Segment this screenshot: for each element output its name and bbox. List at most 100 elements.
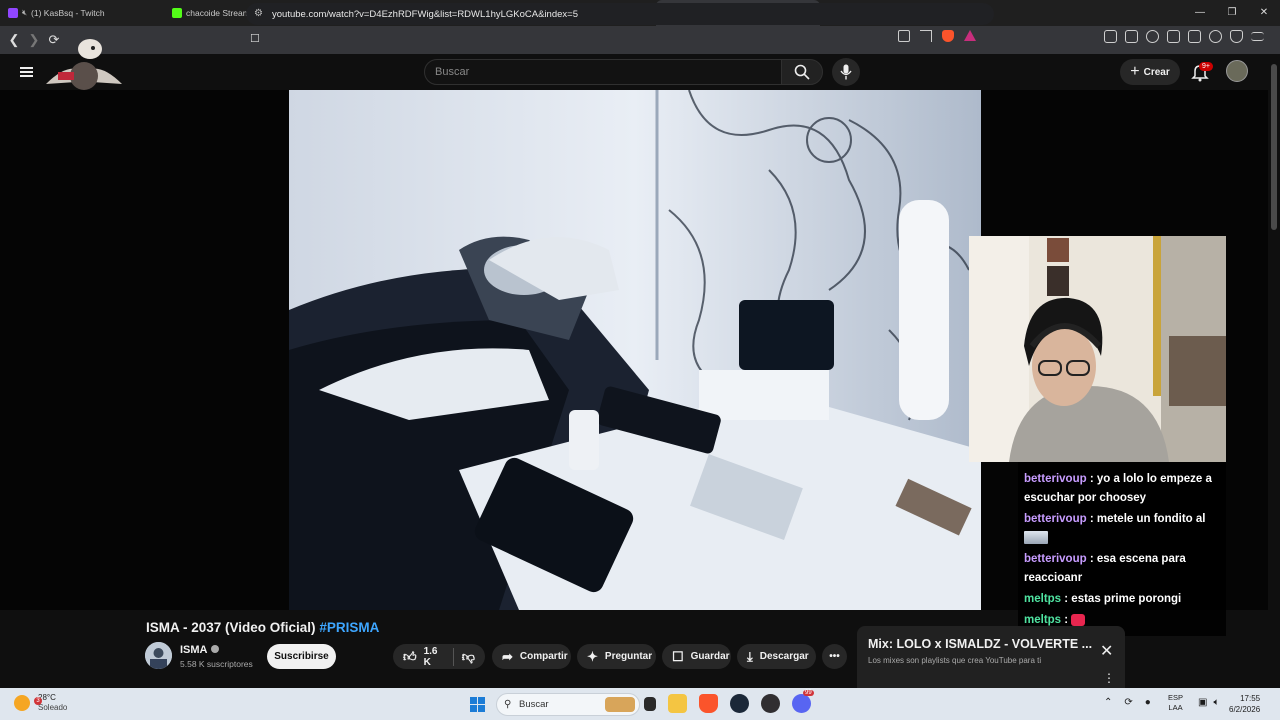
chat-username[interactable]: meltps (1024, 593, 1061, 605)
back-icon[interactable]: ❮ (4, 32, 24, 48)
ask-label: Preguntar (604, 651, 653, 662)
minimize-icon[interactable]: — (1184, 0, 1216, 26)
chat-message: betterivoup : yo a lolo lo empeze a escu… (1024, 470, 1220, 508)
voice-search-button[interactable] (832, 58, 860, 86)
chat-message: meltps : estas prime porongi (1024, 590, 1220, 609)
chat-text: : estas prime porongi (1064, 593, 1182, 605)
ask-button[interactable]: ✦ Preguntar (577, 644, 656, 669)
search-highlight-image (605, 697, 635, 712)
volume-icon[interactable]: 🔈︎ (1213, 697, 1219, 708)
more-actions-button[interactable]: ••• (822, 644, 847, 669)
steam-icon[interactable] (730, 694, 749, 713)
heart-emote (1071, 613, 1086, 626)
brave-browser-icon[interactable] (699, 694, 718, 713)
clock-date: 6/2/2026 (1229, 705, 1261, 714)
input-language[interactable]: ESP LAA (1168, 693, 1183, 713)
brave-shield-icon[interactable] (942, 30, 954, 42)
show-hidden-icons[interactable]: ⌃ (1104, 697, 1112, 708)
chat-username[interactable]: betterivoup (1024, 513, 1087, 525)
custom-logo-mascot[interactable] (36, 36, 132, 92)
chat-message: betterivoup : metele un fondito al (1024, 510, 1220, 548)
verified-icon (210, 645, 219, 653)
window-controls: — ❐ ✕ (1184, 0, 1280, 26)
share-icon[interactable] (920, 30, 932, 42)
account-avatar[interactable] (1226, 60, 1248, 82)
muted-speaker-icon[interactable]: 🔇︎ (22, 8, 27, 18)
discord-badge: 99 (803, 690, 814, 696)
channel-avatar[interactable] (145, 642, 172, 669)
dislike-icon[interactable]: 👎︎ (462, 649, 475, 665)
taskbar-clock[interactable]: 17:55 6/2/2026 (1229, 693, 1260, 715)
download-icon: ⤓ (747, 648, 753, 664)
subscribe-button[interactable]: Suscribirse (267, 644, 336, 669)
weather-badge: 3 (34, 697, 42, 705)
search-icon: ⚲ (504, 699, 512, 710)
brave-rewards-icon[interactable] (964, 30, 976, 41)
mix-playlist-panel[interactable]: Mix: LOLO x ISMALDZ - VOLVERTE ... Los m… (857, 626, 1125, 688)
file-explorer-icon[interactable] (668, 694, 687, 713)
twitch-icon (8, 8, 18, 18)
wallet-icon[interactable] (1188, 30, 1201, 43)
like-icon[interactable]: 👍︎ (403, 649, 417, 665)
restore-icon[interactable]: ❐ (1216, 0, 1248, 26)
monitor-icon[interactable]: ▣ (1198, 697, 1207, 708)
save-button[interactable]: ☐ Guardar (662, 644, 731, 669)
youtube-header: Buscar + Crear (0, 39, 1268, 90)
omnibox-actions (898, 30, 976, 42)
sync-icon[interactable]: ⟳ (1124, 697, 1132, 708)
chat-message: betterivoup : esa escena para reaccioanr (1024, 550, 1220, 588)
share-button[interactable]: ➦ Compartir (492, 644, 571, 669)
close-icon[interactable]: ✕ (1100, 641, 1113, 661)
chat-text: : metele un fondito al (1089, 513, 1206, 525)
system-tray: ⌃ ⟳ ● (1104, 697, 1151, 708)
create-button[interactable]: + Crear (1120, 59, 1180, 85)
weather-widget[interactable]: 3 28°C Soleado (14, 693, 67, 713)
video-frame (289, 90, 981, 610)
save-bookmark-icon: ☐ (672, 648, 684, 664)
taskbar-search-label: Buscar (519, 699, 549, 710)
close-window-icon[interactable]: ✕ (1248, 0, 1280, 26)
browser-tab[interactable]: 🔇︎ (1) KasBsq - Twitch (0, 0, 164, 26)
search-input[interactable]: Buscar (424, 59, 782, 85)
like-count[interactable]: 1.6 K (424, 646, 445, 668)
mic-tray-icon[interactable]: ● (1145, 697, 1151, 708)
notification-count-badge: 9+ (1199, 62, 1213, 71)
taskbar-search[interactable]: ⚲ Buscar (496, 693, 640, 716)
more-dots-icon: ••• (829, 651, 840, 662)
chat-username[interactable]: meltps (1024, 614, 1061, 626)
mix-title[interactable]: Mix: LOLO x ISMALDZ - VOLVERTE ... (868, 637, 1092, 651)
channel-name[interactable]: ISMA (180, 644, 219, 656)
search-button[interactable] (781, 59, 823, 85)
chat-username[interactable]: betterivoup (1024, 473, 1087, 485)
vpn-icon[interactable] (1230, 30, 1243, 43)
scrollbar-thumb[interactable] (1271, 64, 1277, 230)
kick-icon (172, 8, 182, 18)
menu-icon[interactable] (1251, 32, 1264, 41)
language-code: ESP (1168, 693, 1184, 702)
sidebar-icon[interactable] (1167, 30, 1180, 43)
address-bar[interactable]: ⚙ youtube.com/watch?v=D4EzhRDFWig&list=R… (246, 3, 994, 25)
chat-text: : (1064, 614, 1069, 626)
discord-icon[interactable]: 99 (792, 690, 814, 713)
sparkle-icon: ✦ (587, 648, 598, 664)
download-button[interactable]: ⤓ Descargar (737, 644, 816, 669)
menu-hamburger-icon[interactable] (20, 67, 33, 77)
bookmark-icon[interactable]: ☐ (250, 32, 260, 45)
hashtag-link[interactable]: #PRISMA (319, 620, 379, 635)
obs-icon[interactable] (761, 694, 780, 713)
cast-icon[interactable] (898, 30, 910, 42)
channel-name-text[interactable]: ISMA (180, 644, 208, 656)
chat-username[interactable]: betterivoup (1024, 553, 1087, 565)
like-divider (452, 647, 454, 666)
media-icon[interactable] (1146, 30, 1159, 43)
task-view-icon[interactable] (644, 697, 656, 711)
weather-description: Soleado (38, 703, 68, 712)
leo-ai-icon[interactable] (1209, 30, 1222, 43)
site-info-icon[interactable]: ⚙ (254, 8, 263, 19)
chat-overlay: betterivoup : yo a lolo lo empeze a escu… (1018, 462, 1226, 636)
more-vertical-icon[interactable]: ⋮ (1103, 671, 1115, 685)
save-label: Guardar (690, 651, 730, 662)
extensions-icon[interactable] (1104, 30, 1117, 43)
start-windows-icon[interactable] (470, 697, 485, 712)
screenshot-icon[interactable] (1125, 30, 1138, 43)
